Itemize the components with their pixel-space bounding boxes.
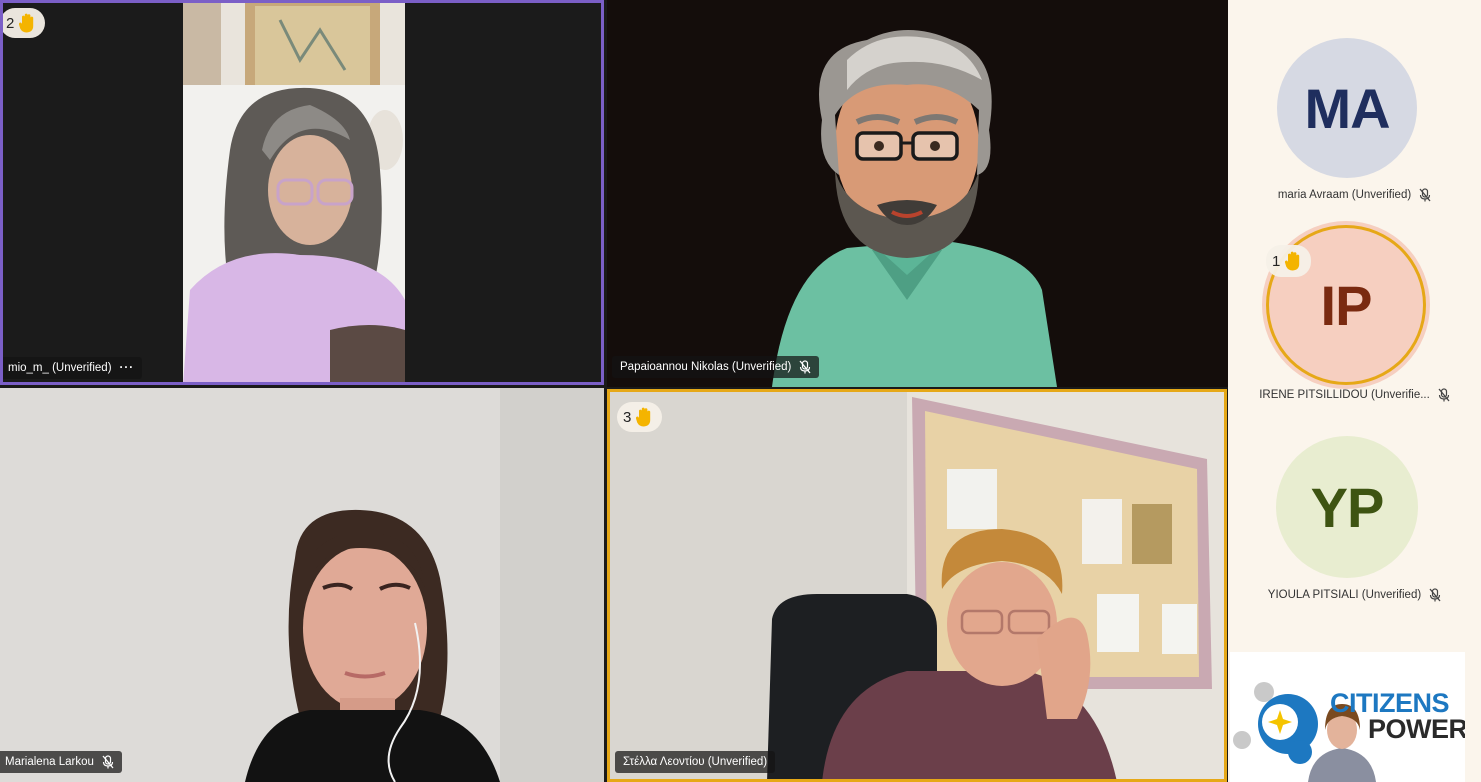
raised-hand-order: 3 <box>623 408 632 426</box>
mic-off-icon <box>1429 588 1441 602</box>
participant-name-tag: Στέλλα Λεοντίου (Unverified) <box>615 751 776 773</box>
self-view-tile[interactable]: CITIZENS POWER <box>1230 652 1465 782</box>
video-tile-papaioannou[interactable]: Papaioannou Nikolas (Unverified) <box>607 0 1228 387</box>
avatar-initials: IP <box>1320 273 1373 337</box>
raised-hand-badge: 1 <box>1266 245 1312 277</box>
sidebar-participant-name: IRENE PITSILLIDOU (Unverifie... <box>1228 388 1481 402</box>
avatar-initials: MA <box>1304 76 1390 140</box>
raised-hand-badge: 2 <box>3 8 46 38</box>
participant-name: mio_m_ (Unverified) <box>8 362 112 374</box>
raised-hand-badge: 3 <box>617 402 663 432</box>
video-tile-marialena[interactable]: Marialena Larkou <box>0 388 604 782</box>
mic-off-icon <box>799 360 811 374</box>
participant-video-stella <box>610 392 1224 779</box>
raised-hand-icon <box>19 13 34 33</box>
video-tile-mio-m[interactable]: 2 mio_m_ (Unverified) ··· <box>0 0 604 385</box>
participant-name: Papaioannou Nikolas (Unverified) <box>620 361 792 373</box>
participant-video-mio-m <box>3 3 601 382</box>
participant-video-marialena <box>0 388 604 782</box>
more-options-icon[interactable]: ··· <box>120 357 135 379</box>
raised-hand-icon <box>636 407 651 427</box>
raised-hand-icon <box>1285 251 1300 271</box>
participant-avatar-ma[interactable]: MA <box>1277 38 1417 178</box>
logo-text-power: POWER <box>1368 714 1465 744</box>
participant-avatar-papaioannou <box>772 30 1057 387</box>
sidebar-participant-name: maria Avraam (Unverified) <box>1228 188 1481 202</box>
participant-name: Marialena Larkou <box>5 756 94 768</box>
participant-name: YIOULA PITSIALI (Unverified) <box>1267 589 1422 601</box>
video-tile-stella[interactable]: 3 Στέλλα Λεοντίου (Unverified) <box>607 389 1227 782</box>
raised-hand-order: 1 <box>1272 252 1281 270</box>
raised-hand-order: 2 <box>6 14 15 32</box>
participant-name-tag: Marialena Larkou <box>0 751 122 773</box>
participant-avatar-yp[interactable]: YP <box>1276 436 1418 578</box>
mic-off-icon <box>1419 188 1431 202</box>
participant-name-tag: mio_m_ (Unverified) ··· <box>3 357 143 379</box>
mic-off-icon <box>1438 388 1450 402</box>
sidebar-participant-name: YIOULA PITSIALI (Unverified) <box>1228 588 1481 602</box>
participant-name-tag: Papaioannou Nikolas (Unverified) <box>612 356 820 378</box>
participant-sidebar: MA maria Avraam (Unverified) IP 1 IRENE … <box>1228 0 1481 782</box>
participant-name: maria Avraam (Unverified) <box>1277 189 1412 201</box>
avatar-initials: YP <box>1310 475 1385 539</box>
mic-off-icon <box>102 755 114 769</box>
participant-name: IRENE PITSILLIDOU (Unverifie... <box>1259 389 1430 401</box>
participant-name: Στέλλα Λεοντίου (Unverified) <box>623 756 768 768</box>
